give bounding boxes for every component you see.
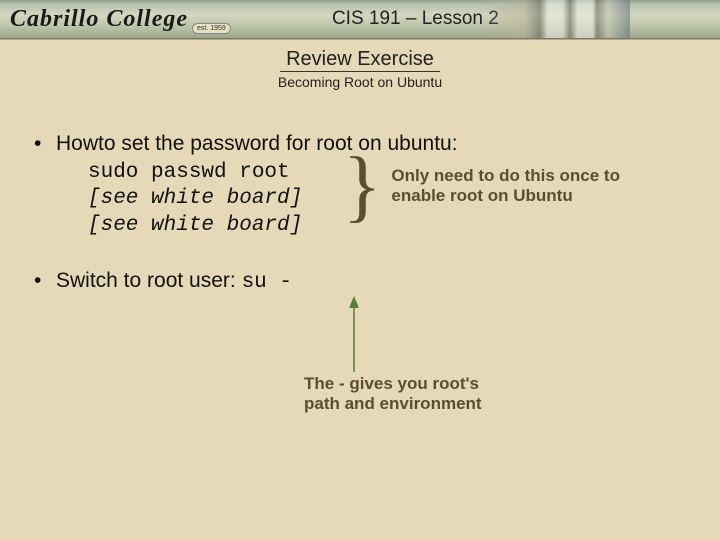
- arrow-up-icon: [346, 296, 366, 374]
- brace-annotation: } Only need to do this once to enable ro…: [343, 150, 621, 222]
- bullet-prefix: Switch to root user:: [56, 269, 242, 292]
- bullet-dot-icon: •: [34, 269, 56, 293]
- heading-sub: Becoming Root on Ubuntu: [0, 74, 720, 90]
- arrow-note-line: path and environment: [304, 394, 482, 413]
- arrow-note-line: The - gives you root's: [304, 374, 479, 393]
- code-block: sudo passwd root [see white board] [see …: [88, 160, 684, 239]
- course-title: CIS 191 – Lesson 2: [231, 8, 720, 30]
- college-logo-text: Cabrillo College: [0, 6, 188, 33]
- heading-main: Review Exercise: [280, 48, 440, 72]
- bullet-dot-icon: •: [34, 132, 56, 156]
- curly-brace-icon: }: [343, 150, 381, 222]
- bullet-item: • Switch to root user: su -: [34, 269, 684, 294]
- slide-content: • Howto set the password for root on ubu…: [0, 90, 720, 414]
- slide-banner: Cabrillo College est. 1959 CIS 191 – Les…: [0, 0, 720, 39]
- inline-code: su -: [242, 271, 292, 294]
- bullet-text: Switch to root user: su -: [56, 269, 684, 294]
- heading-block: Review Exercise Becoming Root on Ubuntu: [0, 40, 720, 90]
- arrow-note-text: The - gives you root's path and environm…: [304, 374, 482, 415]
- est-badge: est. 1959: [192, 23, 231, 34]
- brace-note-text: Only need to do this once to enable root…: [391, 166, 621, 207]
- arrow-annotation: The - gives you root's path and environm…: [34, 294, 684, 414]
